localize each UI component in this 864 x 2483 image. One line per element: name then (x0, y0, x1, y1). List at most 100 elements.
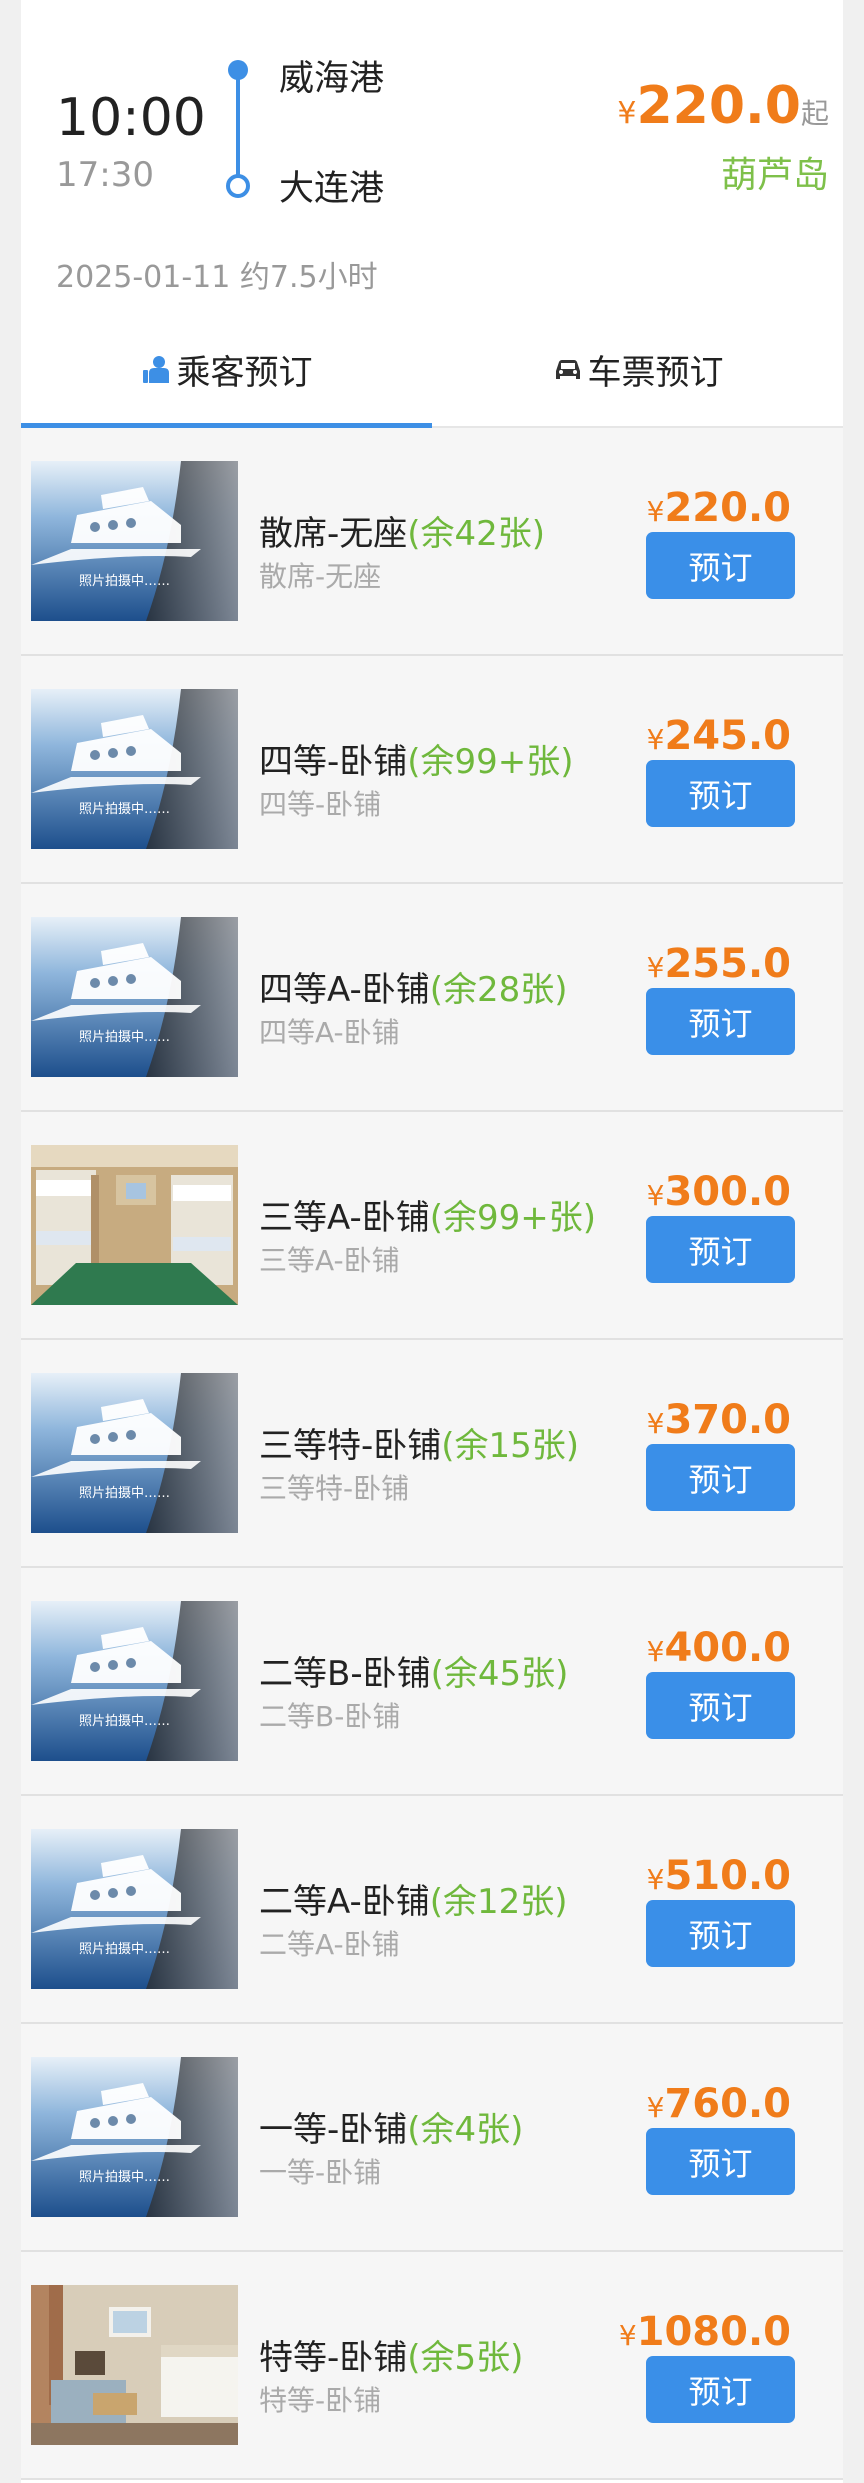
currency-symbol: ¥ (618, 2319, 637, 2352)
ticket-subtitle: 二等A-卧铺 (259, 1928, 400, 1961)
min-price: ¥220.0起 (617, 76, 829, 136)
ticket-class-label: 四等A-卧铺 (259, 970, 430, 1010)
ticket-price: ¥300.0 (591, 1169, 791, 1215)
ticket-name: 二等B-卧铺(余45张) (259, 1646, 568, 1695)
ticket-subtitle: 二等B-卧铺 (259, 1700, 401, 1733)
book-button[interactable]: 预订 (646, 1672, 795, 1739)
ticket-item: 照片拍摄中…… 三等特-卧铺(余15张) 三等特-卧铺 ¥370.0 预订 (21, 1340, 843, 1568)
ticket-name: 三等A-卧铺(余99+张) (259, 1190, 596, 1239)
ticket-name: 一等-卧铺(余4张) (259, 2102, 523, 2151)
book-button[interactable]: 预订 (646, 2128, 795, 2195)
ticket-class-label: 二等B-卧铺 (259, 1654, 431, 1694)
currency-symbol: ¥ (646, 495, 665, 528)
tab-vehicle-booking[interactable]: 车票预订 (432, 312, 843, 426)
tab-passenger-booking[interactable]: 乘客预订 (21, 312, 432, 428)
book-button[interactable]: 预订 (646, 1216, 795, 1283)
ticket-name: 四等A-卧铺(余28张) (259, 962, 568, 1011)
ticket-price: ¥255.0 (591, 941, 791, 987)
ticket-subtitle: 四等-卧铺 (259, 788, 382, 821)
placeholder-caption: 照片拍摄中…… (79, 1030, 170, 1045)
ticket-name: 二等A-卧铺(余12张) (259, 1874, 568, 1923)
ticket-subtitle: 一等-卧铺 (259, 2156, 382, 2189)
arrival-port: 大连港 (279, 169, 385, 209)
ticket-item: 照片拍摄中…… 二等B-卧铺(余45张) 二等B-卧铺 ¥400.0 预订 (21, 1568, 843, 1796)
ship-placeholder-image: 照片拍摄中…… (31, 689, 238, 849)
ticket-availability: (余15张) (441, 1426, 580, 1466)
ticket-name: 特等-卧铺(余5张) (259, 2330, 523, 2379)
ticket-availability: (余99+张) (407, 742, 574, 782)
placeholder-caption: 照片拍摄中…… (79, 1714, 170, 1729)
placeholder-caption: 照片拍摄中…… (79, 2170, 170, 2185)
currency-symbol: ¥ (646, 2091, 665, 2124)
tab-label: 车票预订 (587, 352, 724, 393)
ticket-price: ¥1080.0 (591, 2309, 791, 2355)
ticket-subtitle: 三等A-卧铺 (259, 1244, 400, 1277)
ticket-availability: (余12张) (429, 1882, 568, 1922)
book-button[interactable]: 预订 (646, 760, 795, 827)
book-button[interactable]: 预订 (646, 1900, 795, 1967)
ticket-list: 照片拍摄中…… 散席-无座(余42张) 散席-无座 ¥220.0 预订 照片拍摄… (21, 428, 843, 2480)
ship-placeholder-image: 照片拍摄中…… (31, 2057, 238, 2217)
min-price-value: 220.0 (636, 76, 801, 136)
ticket-availability: (余4张) (407, 2110, 524, 2150)
ticket-name: 三等特-卧铺(余15张) (259, 1418, 579, 1467)
ticket-price-value: 400.0 (664, 1625, 791, 1671)
ticket-price: ¥370.0 (591, 1397, 791, 1443)
placeholder-caption: 照片拍摄中…… (79, 1486, 170, 1501)
route-start-dot-icon (228, 60, 248, 80)
page: 10:00 17:30 威海港 大连港 ¥220.0起 葫芦岛 2025-01-… (21, 0, 843, 2483)
ticket-item: 特等-卧铺(余5张) 特等-卧铺 ¥1080.0 预订 (21, 2252, 843, 2480)
ticket-price-value: 245.0 (664, 713, 791, 759)
currency-symbol: ¥ (646, 723, 665, 756)
ticket-subtitle: 三等特-卧铺 (259, 1472, 410, 1505)
ticket-class-label: 特等-卧铺 (259, 2338, 408, 2378)
ticket-availability: (余99+张) (429, 1198, 597, 1238)
ticket-subtitle: 散席-无座 (259, 560, 382, 593)
ticket-item: 三等A-卧铺(余99+张) 三等A-卧铺 ¥300.0 预订 (21, 1112, 843, 1340)
ship-placeholder-image: 照片拍摄中…… (31, 1373, 238, 1533)
ship-placeholder-image: 照片拍摄中…… (31, 917, 238, 1077)
booking-tabs: 乘客预订 车票预订 (21, 312, 843, 428)
ticket-name: 四等-卧铺(余99+张) (259, 734, 574, 783)
placeholder-caption: 照片拍摄中…… (79, 574, 170, 589)
book-button[interactable]: 预订 (646, 988, 795, 1055)
route-line (236, 70, 240, 188)
ticket-class-label: 四等-卧铺 (259, 742, 408, 782)
currency-symbol: ¥ (646, 1863, 665, 1896)
car-icon (552, 353, 584, 385)
ticket-class-label: 三等特-卧铺 (259, 1426, 442, 1466)
book-button[interactable]: 预订 (646, 532, 795, 599)
ticket-subtitle: 四等A-卧铺 (259, 1016, 400, 1049)
ticket-name: 散席-无座(余42张) (259, 506, 545, 555)
book-button[interactable]: 预订 (646, 1444, 795, 1511)
ticket-class-label: 三等A-卧铺 (259, 1198, 430, 1238)
ticket-item: 照片拍摄中…… 二等A-卧铺(余12张) 二等A-卧铺 ¥510.0 预订 (21, 1796, 843, 2024)
ticket-price: ¥400.0 (591, 1625, 791, 1671)
passenger-icon (141, 353, 173, 385)
ticket-price: ¥220.0 (591, 485, 791, 531)
ticket-class-label: 二等A-卧铺 (259, 1882, 430, 1922)
cabin-photo (31, 1145, 238, 1305)
ticket-price-value: 370.0 (664, 1397, 791, 1443)
ticket-price-value: 1080.0 (636, 2309, 791, 2355)
date-duration: 2025-01-11 约7.5小时 (56, 260, 378, 295)
ticket-availability: (余28张) (429, 970, 568, 1010)
ticket-subtitle: 特等-卧铺 (259, 2384, 382, 2417)
ticket-price-value: 300.0 (664, 1169, 791, 1215)
placeholder-caption: 照片拍摄中…… (79, 1942, 170, 1957)
ticket-availability: (余45张) (430, 1654, 569, 1694)
ticket-item: 照片拍摄中…… 散席-无座(余42张) 散席-无座 ¥220.0 预订 (21, 428, 843, 656)
currency-symbol: ¥ (646, 1407, 665, 1440)
ticket-price: ¥245.0 (591, 713, 791, 759)
book-button[interactable]: 预订 (646, 2356, 795, 2423)
route-end-dot-icon (226, 174, 250, 198)
departure-port: 威海港 (279, 59, 385, 99)
price-suffix: 起 (800, 97, 829, 130)
ticket-price-value: 760.0 (664, 2081, 791, 2127)
ticket-item: 照片拍摄中…… 四等A-卧铺(余28张) 四等A-卧铺 ¥255.0 预订 (21, 884, 843, 1112)
tab-label: 乘客预订 (176, 352, 313, 393)
ticket-item: 照片拍摄中…… 四等-卧铺(余99+张) 四等-卧铺 ¥245.0 预订 (21, 656, 843, 884)
arrival-time: 17:30 (56, 155, 154, 195)
currency-symbol: ¥ (646, 951, 665, 984)
ticket-class-label: 散席-无座 (259, 514, 408, 554)
